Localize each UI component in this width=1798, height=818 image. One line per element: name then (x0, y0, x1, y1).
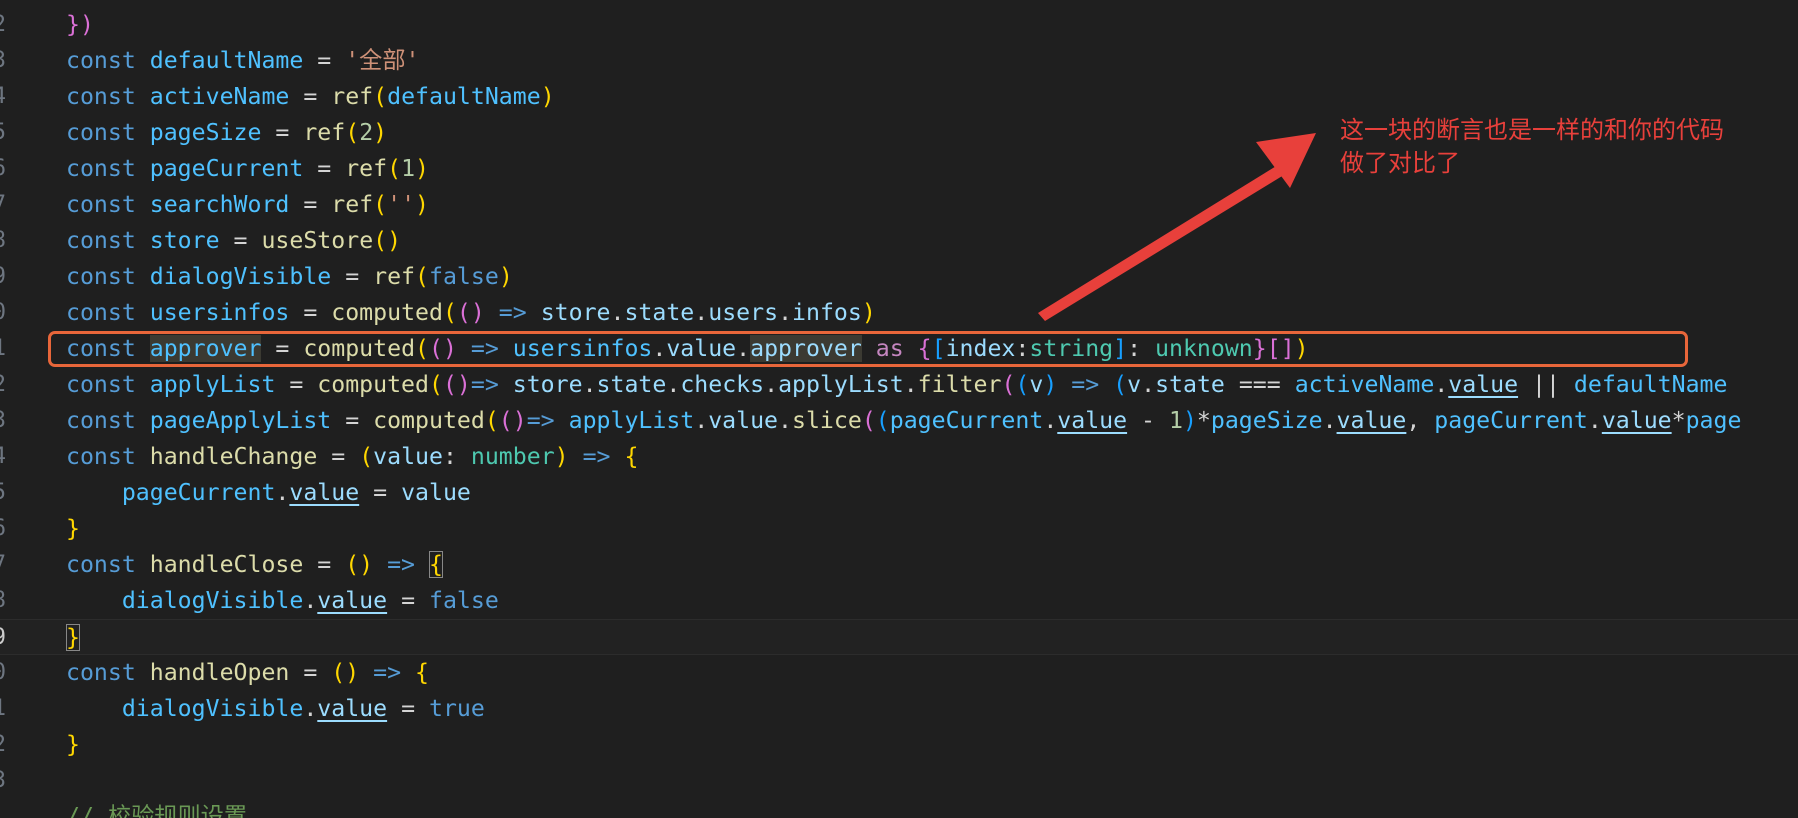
arrow-shaft (1038, 160, 1292, 321)
code-editor[interactable]: 2})3const defaultName = '全部'4const activ… (0, 0, 1798, 818)
annotation-line-2: 做了对比了 (1340, 149, 1460, 177)
annotation-text: 这一块的断言也是一样的和你的代码 做了对比了 (1340, 114, 1798, 180)
annotation-line-1: 这一块的断言也是一样的和你的代码 (1340, 116, 1724, 144)
